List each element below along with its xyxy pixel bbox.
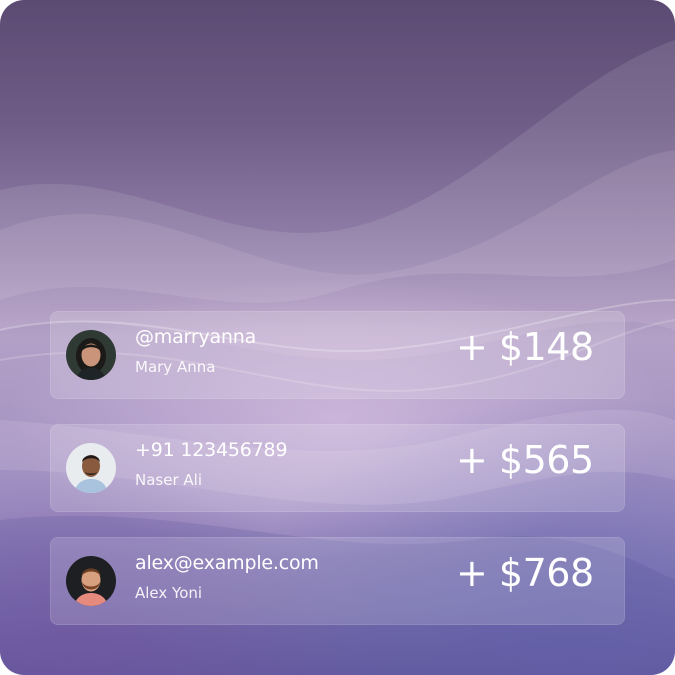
transaction-amount: + $565 — [456, 438, 594, 482]
transaction-name: Alex Yoni — [135, 584, 203, 602]
transaction-card[interactable]: alex@example.com Alex Yoni + $768 — [50, 537, 625, 625]
man-portrait-avatar — [66, 443, 116, 493]
transaction-card[interactable]: @marryanna Mary Anna + $148 — [50, 311, 625, 399]
bearded-man-portrait-avatar — [66, 556, 116, 606]
transaction-amount: + $148 — [456, 325, 594, 369]
transaction-card[interactable]: +91 123456789 Naser Ali + $565 — [50, 424, 625, 512]
woman-portrait-avatar — [66, 330, 116, 380]
transaction-handle: alex@example.com — [135, 552, 319, 574]
transaction-handle: +91 123456789 — [135, 439, 288, 461]
transaction-amount: + $768 — [456, 551, 594, 595]
payments-panel: @marryanna Mary Anna + $148 +91 12345678… — [0, 0, 675, 675]
transaction-handle: @marryanna — [135, 326, 257, 348]
transaction-name: Naser Ali — [135, 471, 202, 489]
transaction-name: Mary Anna — [135, 358, 216, 376]
